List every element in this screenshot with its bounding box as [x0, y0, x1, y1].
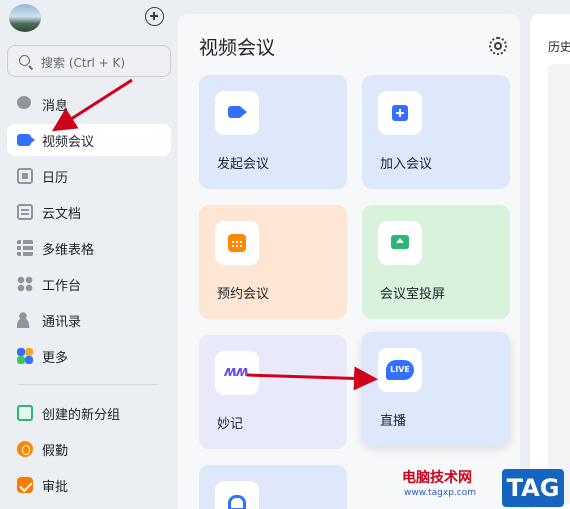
annotation-arrows	[51, 78, 378, 391]
watermark-tag-logo: TAG	[502, 469, 564, 507]
watermark: 电脑技术网 www.tagxp.com TAG	[402, 467, 570, 509]
watermark-site-name: 电脑技术网	[402, 470, 472, 486]
watermark-url: www.tagxp.com	[404, 488, 476, 498]
annotation-arrow-to-live	[246, 366, 378, 391]
annotation-arrow-to-video-meetings	[51, 78, 133, 132]
